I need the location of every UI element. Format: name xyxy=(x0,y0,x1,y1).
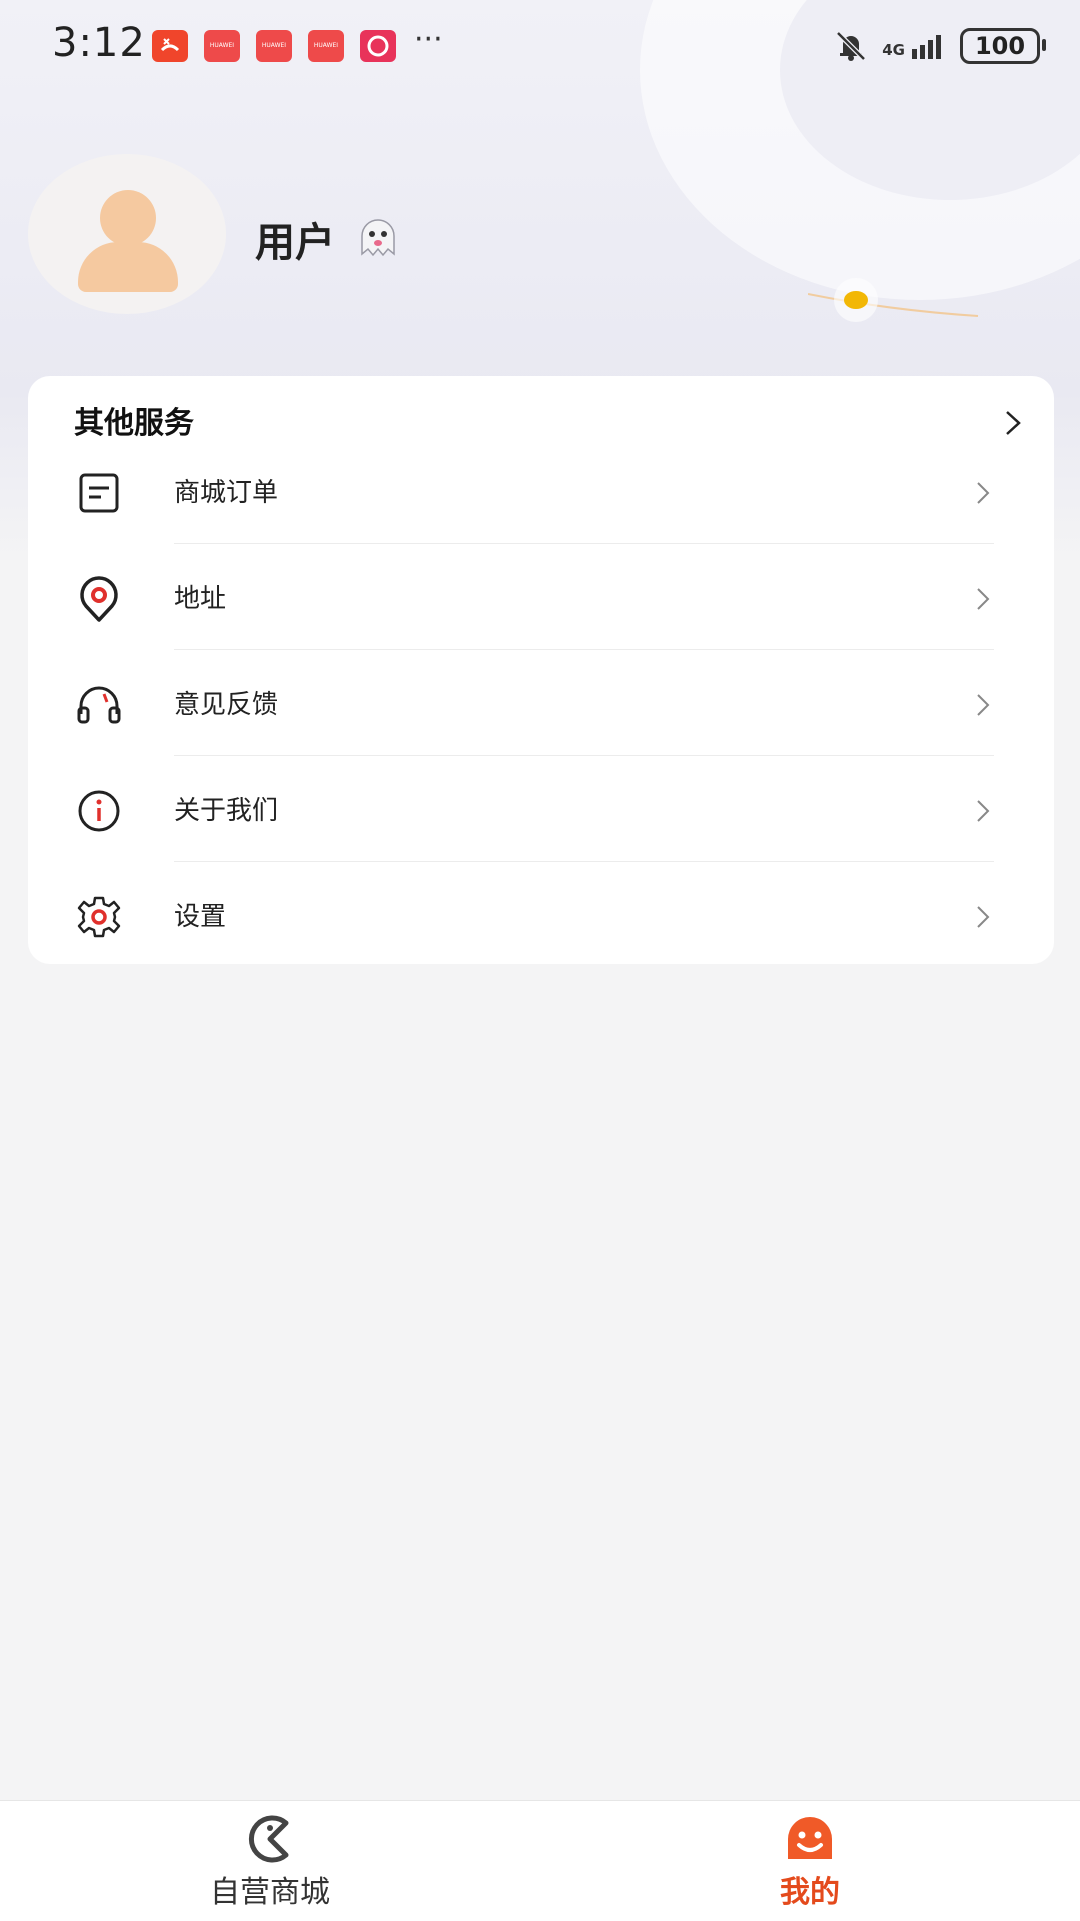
status-bar: 3:12 HUAWEI HUAWEI HUAWEI ··· 4G 100 xyxy=(0,0,1080,92)
gear-icon xyxy=(77,896,121,938)
menu-item-label: 意见反馈 xyxy=(174,690,279,720)
network-type: 4G xyxy=(882,41,905,59)
menu-item-address[interactable]: 地址 xyxy=(28,544,1054,650)
chevron-right-icon xyxy=(977,800,990,822)
menu-item-label: 设置 xyxy=(174,902,227,932)
info-icon xyxy=(78,790,120,832)
more-notifications-icon: ··· xyxy=(414,22,443,57)
store-icon xyxy=(248,1815,289,1863)
tab-label: 自营商城 xyxy=(210,1875,330,1910)
section-title: 其他服务 xyxy=(74,406,194,441)
location-pin-icon xyxy=(80,576,118,622)
menu-item-about[interactable]: 关于我们 xyxy=(28,756,1054,862)
taobao-icon xyxy=(360,30,396,62)
menu-item-label: 商城订单 xyxy=(174,478,279,508)
order-list-icon xyxy=(79,473,119,513)
tab-label: 我的 xyxy=(780,1875,840,1910)
avatar[interactable] xyxy=(28,154,226,314)
signal-icon xyxy=(912,35,941,59)
huawei-store-icon: HUAWEI xyxy=(204,30,240,62)
ghost-emoji-icon xyxy=(361,219,395,257)
avatar-head xyxy=(100,190,156,246)
username[interactable]: 用户 xyxy=(255,210,335,268)
huawei-store-icon: HUAWEI xyxy=(308,30,344,62)
status-right: 4G 100 xyxy=(834,26,1046,66)
battery-level: 100 xyxy=(974,32,1026,60)
menu-item-label: 关于我们 xyxy=(174,796,279,826)
headset-icon xyxy=(77,686,121,724)
smile-face-icon xyxy=(788,1817,832,1859)
tab-store[interactable]: 自营商城 xyxy=(0,1801,540,1921)
network-indicator: 4G xyxy=(882,33,946,59)
menu-item-feedback[interactable]: 意见反馈 xyxy=(28,650,1054,756)
bell-muted-icon xyxy=(836,31,867,61)
avatar-body xyxy=(78,242,178,292)
chevron-right-icon xyxy=(977,694,990,716)
chevron-right-icon xyxy=(977,906,990,928)
other-services-card: 其他服务 商城订单 地址 意见反馈 关于我们 设置 xyxy=(28,376,1054,964)
chevron-right-icon xyxy=(977,588,990,610)
sparkle-decoration xyxy=(808,278,979,322)
menu-item-orders[interactable]: 商城订单 xyxy=(28,438,1054,544)
chevron-right-icon[interactable] xyxy=(1002,408,1024,438)
bottom-tab-bar: 自营商城 我的 xyxy=(0,1800,1080,1921)
huawei-store-icon: HUAWEI xyxy=(256,30,292,62)
chevron-right-icon xyxy=(977,482,990,504)
menu-item-label: 地址 xyxy=(174,584,227,614)
missed-call-icon xyxy=(152,30,188,62)
battery-indicator: 100 xyxy=(960,28,1046,64)
tab-mine[interactable]: 我的 xyxy=(540,1801,1080,1921)
status-time: 3:12 xyxy=(52,20,146,66)
menu-item-settings[interactable]: 设置 xyxy=(28,862,1054,968)
